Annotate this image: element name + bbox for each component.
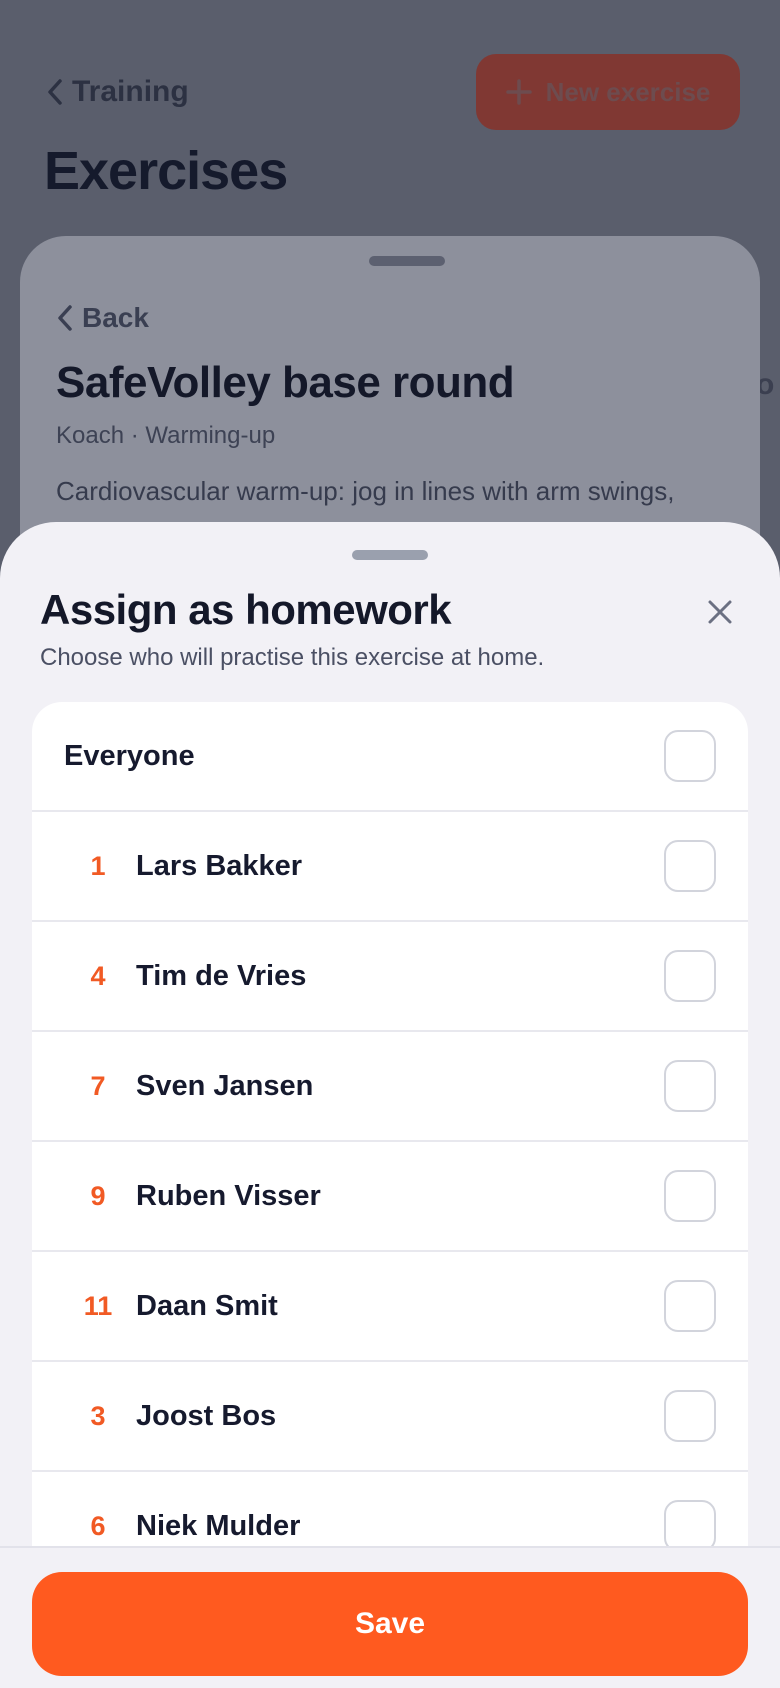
exercise-description: Cardiovascular warm-up: jog in lines wit… bbox=[56, 476, 675, 506]
player-checkbox[interactable] bbox=[664, 1170, 716, 1222]
player-name: Niek Mulder bbox=[136, 1509, 301, 1542]
player-row[interactable]: 11 Daan Smit bbox=[32, 1252, 748, 1362]
player-checkbox[interactable] bbox=[664, 1500, 716, 1552]
page-title: Exercises bbox=[44, 141, 288, 201]
player-number: 4 bbox=[90, 960, 106, 991]
player-row[interactable]: 4 Tim de Vries bbox=[32, 922, 748, 1032]
exercise-title: SafeVolley base round bbox=[56, 358, 515, 407]
plus-icon bbox=[505, 79, 532, 105]
player-row[interactable]: 9 Ruben Visser bbox=[32, 1142, 748, 1252]
close-button[interactable] bbox=[694, 586, 746, 638]
assign-homework-sheet: Assign as homework Choose who will pract… bbox=[0, 522, 780, 1688]
player-name: Lars Bakker bbox=[136, 849, 303, 882]
player-number: 3 bbox=[90, 1400, 106, 1431]
player-number: 9 bbox=[90, 1180, 106, 1211]
player-list: Everyone 1 Lars Bakker 4 Tim de Vries 7 Sven … bbox=[32, 702, 748, 1582]
player-row[interactable]: 3 Joost Bos bbox=[32, 1362, 748, 1472]
player-name: Tim de Vries bbox=[136, 959, 307, 992]
player-number: 7 bbox=[90, 1070, 106, 1101]
player-name: Sven Jansen bbox=[136, 1069, 314, 1102]
new-exercise-button[interactable]: New exercise bbox=[476, 54, 740, 130]
everyone-label: Everyone bbox=[64, 739, 195, 772]
player-name: Joost Bos bbox=[136, 1399, 277, 1432]
sheet-grab-handle[interactable] bbox=[352, 550, 428, 560]
sheet-subtitle: Choose who will practise this exercise a… bbox=[40, 644, 545, 671]
exercise-subtitle: Koach · Warming-up bbox=[56, 422, 276, 449]
exercise-back-label: Back bbox=[82, 302, 149, 333]
exercise-back-link[interactable]: Back bbox=[56, 298, 149, 338]
player-checkbox[interactable] bbox=[664, 840, 716, 892]
player-number: 6 bbox=[90, 1510, 106, 1541]
player-number: 11 bbox=[83, 1290, 113, 1321]
training-back-link[interactable]: Training bbox=[46, 70, 189, 114]
sheet-title: Assign as homework bbox=[40, 586, 452, 633]
player-number: 1 bbox=[90, 850, 106, 881]
save-button[interactable]: Save bbox=[32, 1572, 748, 1676]
close-icon bbox=[708, 600, 732, 624]
player-row[interactable]: 1 Lars Bakker bbox=[32, 812, 748, 922]
player-checkbox[interactable] bbox=[664, 1280, 716, 1332]
player-name: Daan Smit bbox=[136, 1289, 278, 1322]
player-row[interactable]: 7 Sven Jansen bbox=[32, 1032, 748, 1142]
player-name: Ruben Visser bbox=[136, 1179, 321, 1212]
player-checkbox[interactable] bbox=[664, 950, 716, 1002]
sheet-grab-handle[interactable] bbox=[369, 256, 445, 266]
chevron-left-icon bbox=[48, 79, 62, 105]
chevron-left-icon bbox=[58, 305, 72, 331]
player-checkbox[interactable] bbox=[664, 1060, 716, 1112]
everyone-checkbox[interactable] bbox=[664, 730, 716, 782]
new-exercise-label: New exercise bbox=[545, 76, 711, 107]
everyone-row[interactable]: Everyone bbox=[32, 702, 748, 812]
sheet-footer: Save bbox=[0, 1546, 780, 1688]
training-back-label: Training bbox=[72, 75, 189, 108]
player-checkbox[interactable] bbox=[664, 1390, 716, 1442]
